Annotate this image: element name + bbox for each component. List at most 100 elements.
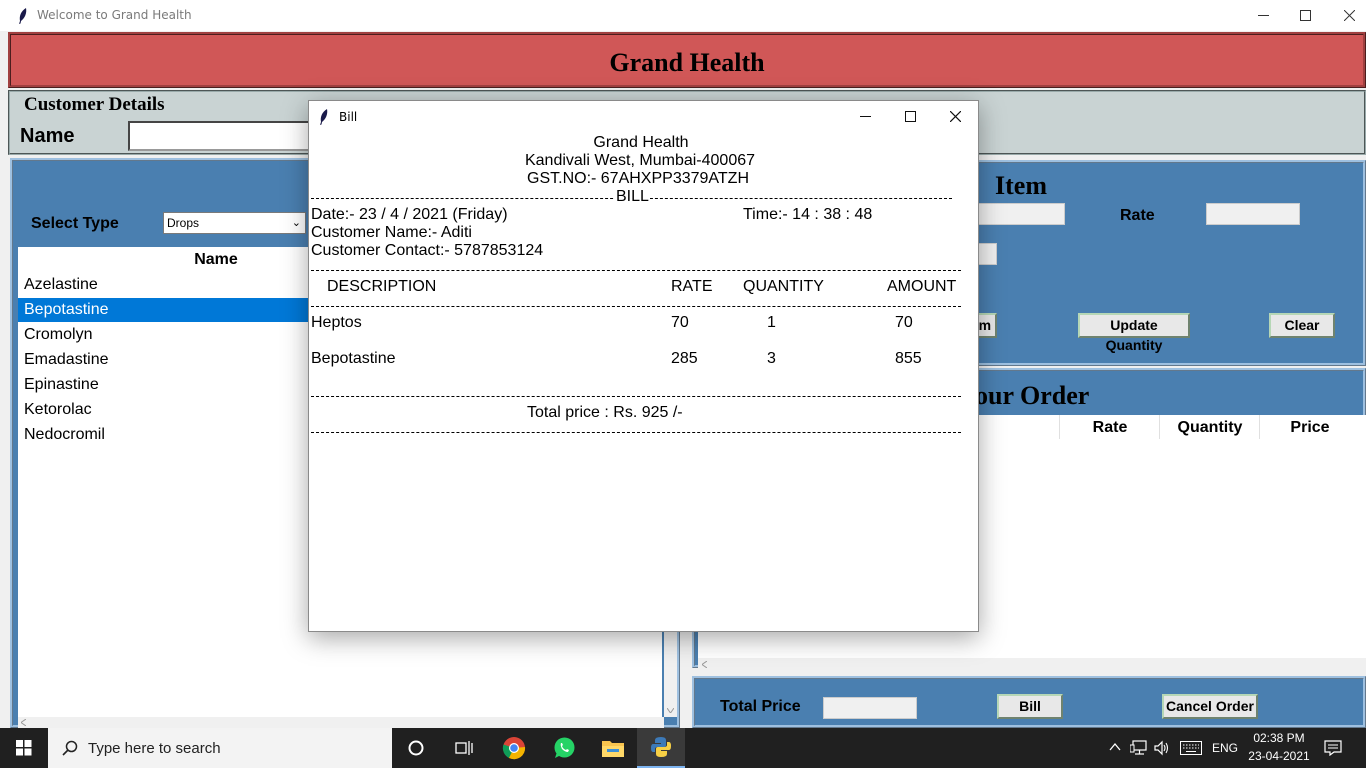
bill-divider — [311, 432, 961, 433]
clear-button[interactable]: Clear — [1269, 313, 1335, 338]
whatsapp-icon — [554, 737, 575, 758]
whatsapp-taskbar-button[interactable] — [540, 728, 588, 768]
rate-label: Rate — [1120, 207, 1155, 224]
app-title: Grand Health — [609, 48, 765, 77]
speaker-volume-icon[interactable] — [1154, 740, 1170, 756]
bill-dialog-title: Bill — [339, 110, 358, 124]
scroll-left-arrow-icon[interactable] — [702, 661, 707, 668]
show-hidden-icons-chevron-up-icon[interactable] — [1109, 743, 1121, 751]
bill-minimize-button[interactable] — [842, 101, 888, 132]
order-price-column-header[interactable]: Price — [1260, 419, 1360, 437]
feather-app-icon — [320, 109, 328, 125]
bill-shop-name: Grand Health — [593, 134, 689, 151]
clock-date: 23-04-2021 — [1248, 749, 1310, 763]
file-explorer-taskbar-button[interactable] — [589, 728, 637, 768]
taskbar-clock[interactable]: 02:38 PM 23-04-2021 — [1244, 731, 1314, 763]
search-icon — [62, 740, 78, 756]
bill-row-quantity: 1 — [767, 314, 776, 331]
bill-customer-name: Customer Name:- Aditi — [311, 224, 472, 241]
bill-quantity-header: QUANTITY — [743, 278, 824, 295]
task-view-icon — [455, 741, 473, 755]
chevron-down-icon: ⌄ — [291, 217, 301, 229]
bill-divider — [311, 270, 961, 271]
network-icon[interactable] — [1130, 740, 1148, 756]
type-select-dropdown[interactable]: Drops ⌄ — [163, 212, 306, 234]
total-price-label: Total Price — [720, 698, 801, 715]
bill-row-description: Heptos — [311, 314, 362, 331]
app-header: Grand Health — [8, 32, 1366, 88]
maximize-icon — [904, 111, 916, 122]
order-table-horizontal-scrollbar[interactable] — [698, 658, 1366, 671]
task-view-button[interactable] — [440, 728, 488, 768]
rate-field[interactable] — [1206, 203, 1300, 225]
bill-customer-contact: Customer Contact:- 5787853124 — [311, 242, 544, 259]
bill-rate-header: RATE — [671, 278, 713, 295]
bill-dialog: Bill Grand Health Kandivali West, Mumbai… — [308, 100, 979, 632]
notification-center-icon[interactable] — [1324, 740, 1342, 756]
bill-row-amount: 70 — [895, 314, 913, 331]
language-indicator[interactable]: ENG — [1212, 741, 1238, 755]
scroll-down-arrow-icon[interactable] — [667, 708, 674, 713]
keyboard-icon[interactable] — [1180, 741, 1202, 755]
bill-row-quantity: 3 — [767, 350, 776, 367]
medicine-list-horizontal-scrollbar[interactable] — [18, 717, 664, 728]
taskbar-search-box[interactable]: Type here to search — [48, 728, 392, 768]
type-select-value: Drops — [167, 216, 200, 230]
bill-row-rate: 70 — [671, 314, 689, 331]
scroll-left-arrow-icon[interactable] — [21, 719, 26, 726]
close-icon — [949, 111, 961, 122]
bill-content: Grand Health Kandivali West, Mumbai-4000… — [309, 132, 978, 631]
close-button[interactable] — [1326, 0, 1366, 31]
bill-close-button[interactable] — [932, 101, 978, 132]
minimize-button[interactable] — [1240, 0, 1286, 31]
bill-heading: BILL — [615, 188, 650, 206]
order-rate-column-header[interactable]: Rate — [1060, 419, 1160, 437]
bill-address: Kandivali West, Mumbai-400067 — [524, 152, 756, 169]
minimize-icon — [859, 116, 871, 117]
cortana-button[interactable] — [392, 728, 440, 768]
folder-icon — [602, 741, 624, 757]
order-quantity-column-header[interactable]: Quantity — [1160, 419, 1260, 437]
bill-divider — [311, 306, 961, 307]
bill-description-header: DESCRIPTION — [327, 278, 437, 295]
bill-divider — [311, 396, 961, 397]
start-button[interactable] — [0, 728, 48, 768]
main-window-titlebar: Welcome to Grand Health — [0, 0, 1366, 31]
python-taskbar-button[interactable] — [637, 728, 685, 768]
bill-button[interactable]: Bill — [997, 694, 1063, 719]
bill-date: Date:- 23 / 4 / 2021 (Friday) — [311, 206, 508, 223]
bill-total-price: Total price : Rs. 925 /- — [527, 404, 683, 421]
bill-row-amount: 855 — [895, 350, 922, 367]
python-icon — [651, 737, 671, 757]
item-panel-title: Item — [995, 171, 1047, 200]
maximize-icon — [1299, 10, 1311, 21]
total-price-field[interactable] — [823, 697, 917, 719]
chrome-icon — [502, 737, 526, 760]
close-icon — [1343, 10, 1355, 21]
bill-gst-number: GST.NO:- 67AHXPP3379ATZH — [527, 170, 749, 187]
windows-taskbar: Type here to search ENG 02:38 PM 23-04-2… — [0, 728, 1366, 768]
chrome-taskbar-button[interactable] — [490, 728, 538, 768]
window-title: Welcome to Grand Health — [37, 8, 192, 22]
feather-app-icon — [19, 8, 27, 24]
bill-amount-header: AMOUNT — [887, 278, 957, 295]
search-placeholder: Type here to search — [88, 740, 221, 757]
maximize-button[interactable] — [1282, 0, 1328, 31]
bill-time: Time:- 14 : 38 : 48 — [743, 206, 873, 223]
update-quantity-button[interactable]: Update Quantity — [1078, 313, 1190, 353]
bill-dialog-titlebar: Bill — [309, 101, 978, 132]
name-label: Name — [20, 125, 75, 147]
customer-details-legend: Customer Details — [22, 94, 167, 116]
cortana-circle-icon — [408, 740, 424, 756]
cancel-order-button[interactable]: Cancel Order — [1162, 694, 1258, 719]
total-price-bar: Total Price Bill Cancel Order — [692, 676, 1366, 728]
clock-time: 02:38 PM — [1253, 731, 1305, 745]
customer-name-input[interactable] — [128, 121, 328, 151]
bill-row-rate: 285 — [671, 350, 698, 367]
select-type-label: Select Type — [31, 215, 119, 232]
order-panel-title: our Order — [975, 381, 1090, 410]
bill-row-description: Bepotastine — [311, 350, 396, 367]
bill-maximize-button[interactable] — [887, 101, 933, 132]
item-name-field[interactable] — [965, 203, 1065, 225]
minimize-icon — [1257, 15, 1269, 16]
